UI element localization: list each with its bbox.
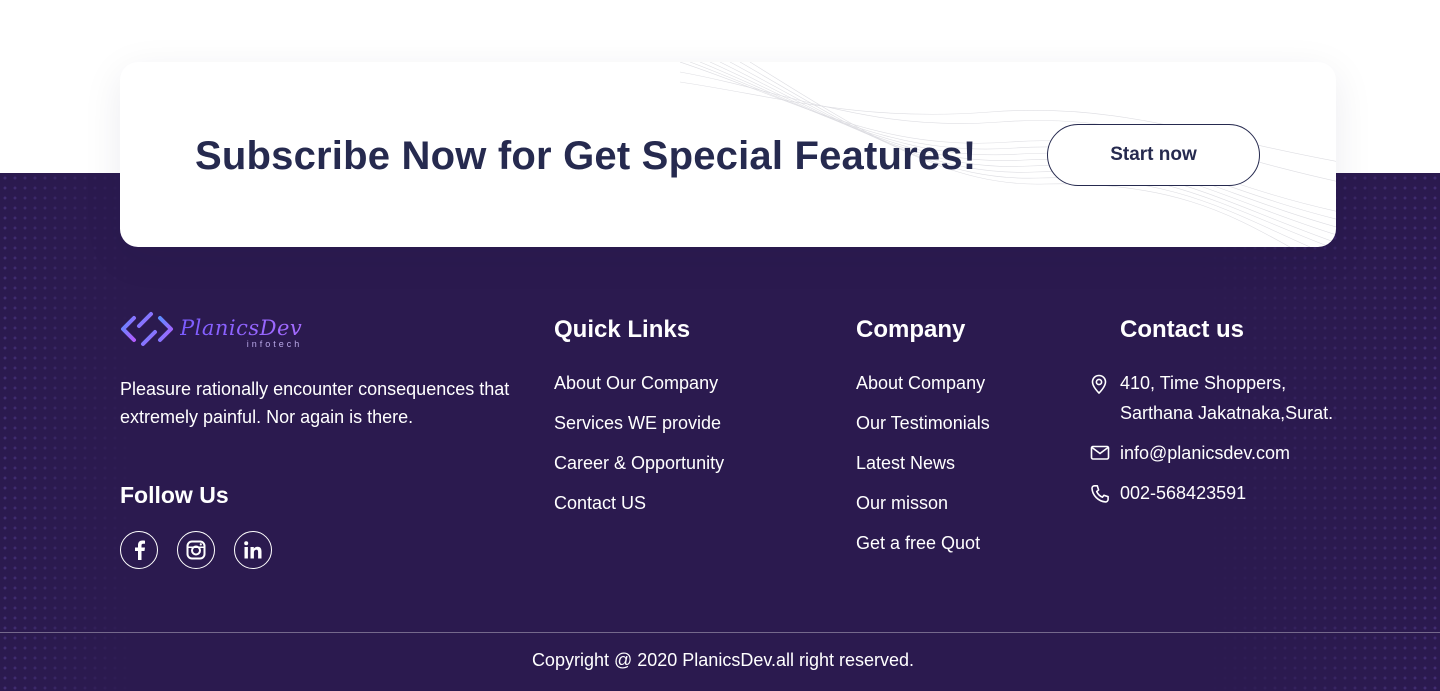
contact-email[interactable]: info@planicsdev.com (1090, 438, 1290, 468)
quick-link-career[interactable]: Career & Opportunity (554, 453, 724, 473)
list-item: Career & Opportunity (554, 450, 724, 490)
follow-us-heading: Follow Us (120, 482, 229, 508)
list-item: About Our Company (554, 370, 724, 410)
quick-links-list: About Our Company Services WE provide Ca… (554, 370, 724, 530)
subscribe-banner: Subscribe Now for Get Special Features! … (120, 62, 1336, 247)
quick-link-services[interactable]: Services WE provide (554, 413, 721, 433)
list-item: Get a free Quot (856, 530, 990, 570)
company-link-testimonials[interactable]: Our Testimonials (856, 413, 990, 433)
quick-link-contact[interactable]: Contact US (554, 493, 646, 513)
logo-wordmark: PlanicsDev infotech (180, 310, 303, 349)
list-item: Contact US (554, 490, 724, 530)
list-item: About Company (856, 370, 990, 410)
dot-pattern-right (1200, 173, 1440, 691)
facebook-icon (135, 540, 145, 560)
company-link-about[interactable]: About Company (856, 373, 985, 393)
company-heading: Company (856, 316, 966, 343)
email-text[interactable]: info@planicsdev.com (1120, 438, 1290, 468)
location-pin-icon (1090, 368, 1120, 428)
address-text: 410, Time Shoppers, Sarthana Jakatnaka,S… (1120, 368, 1333, 428)
social-links (120, 531, 272, 569)
list-item: Our misson (856, 490, 990, 530)
list-item: Latest News (856, 450, 990, 490)
company-link-news[interactable]: Latest News (856, 453, 955, 473)
copyright-text: Copyright @ 2020 PlanicsDev.all right re… (531, 650, 915, 670)
quick-links-heading: Quick Links (554, 316, 691, 343)
address-line-1: 410, Time Shoppers, (1120, 373, 1287, 393)
address-line-2: Sarthana Jakatnaka,Surat. (1120, 403, 1334, 423)
facebook-link[interactable] (120, 531, 158, 569)
mail-icon (1090, 438, 1120, 468)
contact-address: 410, Time Shoppers, Sarthana Jakatnaka,S… (1090, 368, 1333, 428)
contact-heading: Contact us (1120, 316, 1245, 343)
phone-icon (1090, 478, 1120, 508)
footer-divider (0, 632, 1440, 633)
linkedin-link[interactable] (234, 531, 272, 569)
subscribe-title: Subscribe Now for Get Special Features! (195, 134, 977, 178)
contact-phone[interactable]: 002-568423591 (1090, 478, 1246, 508)
list-item: Services WE provide (554, 410, 724, 450)
page: Subscribe Now for Get Special Features! … (0, 0, 1440, 691)
instagram-link[interactable] (177, 531, 215, 569)
brand-logo[interactable]: PlanicsDev infotech (120, 310, 303, 349)
dot-pattern-left (0, 173, 140, 691)
linkedin-icon (244, 541, 262, 559)
brand-description: Pleasure rationally encounter consequenc… (120, 379, 510, 427)
brand-tagline: infotech (246, 339, 303, 349)
logo-mark-icon (121, 312, 173, 346)
quick-link-about-our-company[interactable]: About Our Company (554, 373, 718, 393)
company-link-quote[interactable]: Get a free Quot (856, 533, 980, 553)
start-now-button[interactable]: Start now (1047, 124, 1260, 186)
list-item: Our Testimonials (856, 410, 990, 450)
phone-text[interactable]: 002-568423591 (1120, 478, 1246, 508)
company-link-mission[interactable]: Our misson (856, 493, 948, 513)
instagram-icon (186, 540, 206, 560)
company-links-list: About Company Our Testimonials Latest Ne… (856, 370, 990, 570)
